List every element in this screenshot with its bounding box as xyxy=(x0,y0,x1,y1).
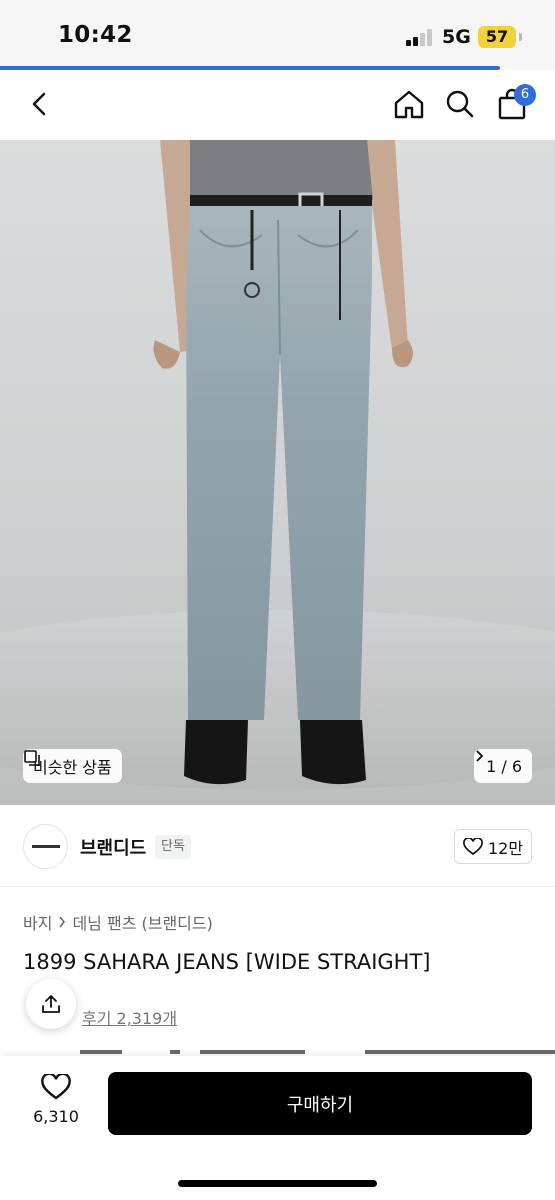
status-bar: 10:42 5G 57 xyxy=(0,0,555,66)
back-icon xyxy=(32,92,46,116)
home-icon xyxy=(394,90,424,119)
product-title: 1899 SAHARA JEANS [WIDE STRAIGHT] xyxy=(23,950,431,974)
bottom-action-bar: 6,310 구매하기 xyxy=(0,1056,555,1200)
share-icon xyxy=(42,995,60,1013)
heart-icon xyxy=(41,1074,71,1100)
nav-bar: 6 xyxy=(0,70,555,140)
wishlist-count: 6,310 xyxy=(33,1107,79,1126)
brand-logo-mark xyxy=(31,845,60,848)
product-image[interactable]: 비슷한 상품 1 / 6 xyxy=(0,140,555,805)
share-button[interactable] xyxy=(26,979,76,1029)
similar-products-label: 비슷한 상품 xyxy=(33,758,112,777)
breadcrumb-subcategory[interactable]: 데님 팬츠 (브랜디드) xyxy=(72,910,212,934)
image-counter-text: 1 / 6 xyxy=(486,756,522,776)
network-type: 5G xyxy=(442,26,471,48)
brand-name[interactable]: 브랜디드 xyxy=(80,834,146,860)
exclusive-tag: 단독 xyxy=(155,835,191,859)
search-button[interactable] xyxy=(440,84,480,124)
heart-icon xyxy=(463,837,483,855)
battery-tip xyxy=(519,33,522,41)
battery-level: 57 xyxy=(478,26,516,48)
home-button[interactable] xyxy=(389,84,429,124)
chevron-right-icon xyxy=(59,916,66,928)
back-button[interactable] xyxy=(20,84,60,124)
breadcrumb-category[interactable]: 바지 xyxy=(23,910,52,934)
jeans-photo xyxy=(0,140,555,790)
brand-like-button[interactable]: 12만 xyxy=(454,829,532,864)
breadcrumb: 바지 데님 팬츠 (브랜디드) xyxy=(23,910,213,934)
buy-button[interactable]: 구매하기 xyxy=(108,1072,532,1135)
similar-items-icon xyxy=(24,750,40,766)
home-indicator xyxy=(178,1180,377,1187)
image-counter[interactable]: 1 / 6 xyxy=(474,749,532,783)
wishlist-button[interactable]: 6,310 xyxy=(25,1074,87,1136)
cart-badge: 6 xyxy=(514,84,536,106)
search-icon xyxy=(446,90,474,118)
similar-products-button[interactable]: 비슷한 상품 xyxy=(23,749,122,783)
brand-row: 브랜디드 단독 12만 xyxy=(0,805,555,887)
chevron-right-icon xyxy=(476,750,484,762)
status-time: 10:42 xyxy=(58,22,133,48)
cart-button[interactable]: 6 xyxy=(492,84,536,124)
brand-logo[interactable] xyxy=(23,824,68,869)
brand-like-count: 12만 xyxy=(487,838,524,858)
cellular-signal-icon xyxy=(406,28,436,46)
review-link[interactable]: 후기 2,319개 xyxy=(82,1005,177,1029)
